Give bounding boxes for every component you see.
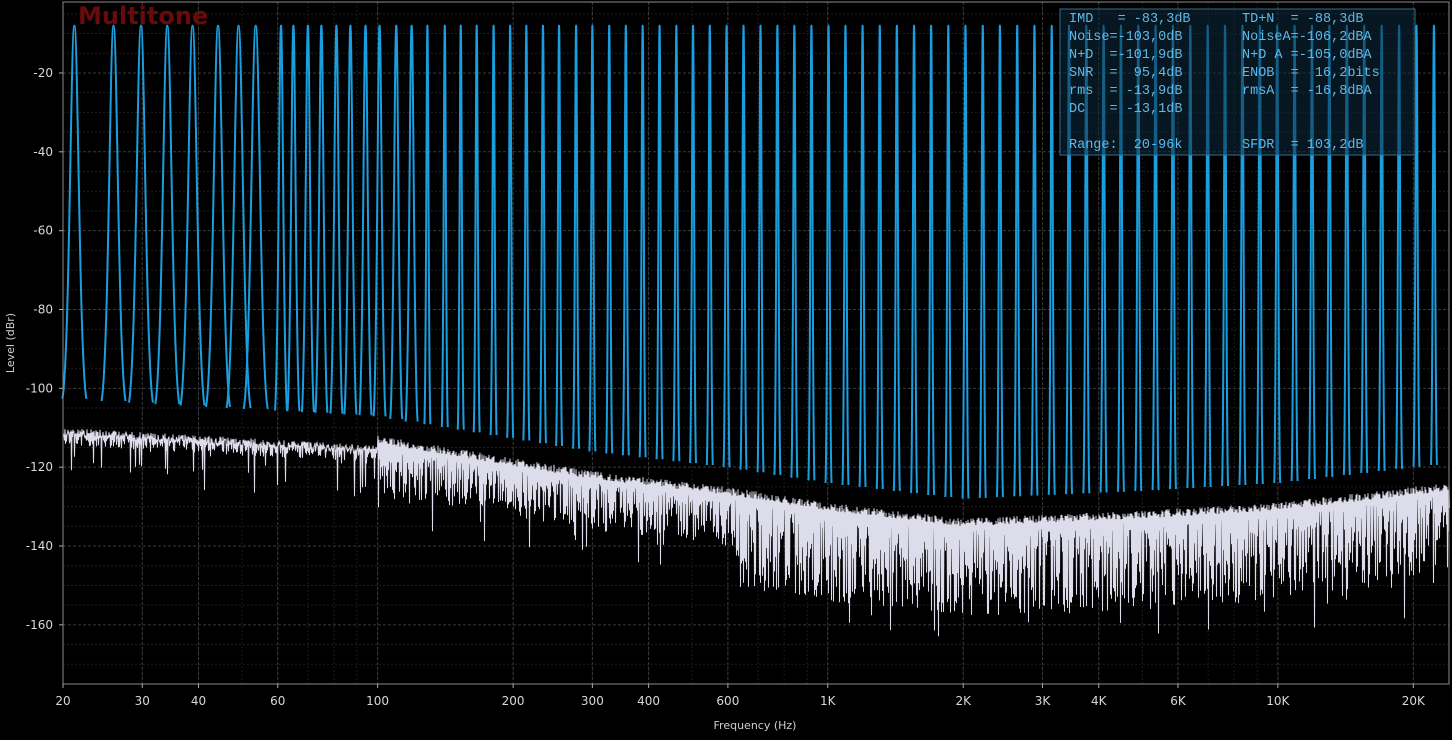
- x-tick-label: 60: [270, 694, 285, 708]
- y-tick-label: -120: [26, 460, 53, 474]
- stats-line: Range: 20-96k: [1069, 138, 1182, 153]
- x-tick-label: 4K: [1091, 694, 1108, 708]
- y-tick-label: -60: [33, 224, 53, 238]
- x-tick-label: 400: [637, 694, 660, 708]
- stats-line: DC = -13,1dB: [1069, 102, 1182, 117]
- spectrum-chart: -20 -40 -60 -80 -100 -120 -140 -160 20 30 40 60 100…: [0, 0, 1452, 740]
- x-tick-label: 6K: [1170, 694, 1187, 708]
- x-tick-label: 2K: [955, 694, 972, 708]
- x-tick-label: 40: [191, 694, 206, 708]
- stats-line: SNR = 95,4dB: [1069, 66, 1182, 81]
- stats-panel: IMD = -83,3dB TD+N = -88,3dB Noise=-103,0d…: [1059, 8, 1416, 156]
- x-tick-label: 20: [55, 694, 70, 708]
- x-tick-label: 3K: [1035, 694, 1052, 708]
- y-tick-label: -160: [26, 618, 53, 632]
- x-tick-label: 30: [135, 694, 150, 708]
- y-tick-label: -140: [26, 539, 53, 553]
- x-tick-label: 1K: [820, 694, 837, 708]
- x-tick-label: 10K: [1266, 694, 1290, 708]
- x-tick-label: 100: [366, 694, 389, 708]
- stats-line: rmsA = -16,8dBA: [1242, 84, 1373, 99]
- y-axis-title: Level (dBr): [4, 313, 17, 373]
- stats-line: N+D A =-105,0dBA: [1242, 48, 1373, 63]
- x-tick-label: 200: [502, 694, 525, 708]
- y-tick-label: -100: [26, 381, 53, 395]
- chart-title: Multitone: [78, 2, 208, 30]
- stats-line: IMD = -83,3dB: [1069, 12, 1191, 27]
- x-tick-label: 20K: [1402, 694, 1426, 708]
- stats-line: N+D =-101,9dB: [1069, 48, 1182, 63]
- y-tick-label: -20: [33, 66, 53, 80]
- x-axis-title: Frequency (Hz): [714, 719, 797, 732]
- stats-line: SFDR = 103,2dB: [1242, 138, 1364, 153]
- x-tick-label: 300: [581, 694, 604, 708]
- stats-line: Noise=-103,0dB: [1069, 30, 1182, 45]
- x-tick-label: 600: [716, 694, 739, 708]
- y-tick-label: -40: [33, 145, 53, 159]
- stats-line: TD+N = -88,3dB: [1242, 12, 1364, 27]
- stats-line: NoiseA=-106,2dBA: [1242, 30, 1373, 45]
- stats-line: rms = -13,9dB: [1069, 84, 1182, 99]
- stats-line: ENOB = 16,2bits: [1242, 66, 1380, 81]
- y-tick-label: -80: [33, 302, 53, 316]
